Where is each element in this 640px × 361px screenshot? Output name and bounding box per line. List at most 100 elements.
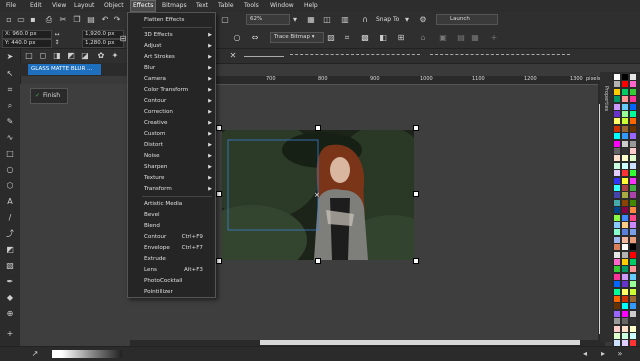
color-swatch[interactable] [622,273,628,280]
arrow-right-icon[interactable]: ▸ [598,349,608,359]
color-swatch[interactable] [622,133,628,140]
color-swatch[interactable] [614,155,620,162]
color-swatch[interactable] [614,244,620,251]
zoom-tool-icon[interactable]: ⌕ [5,101,15,111]
color-swatch[interactable] [614,125,620,132]
x-position-field[interactable]: X: 960.0 px [2,30,52,39]
edit-bitmap-icon[interactable]: ▨ [326,33,336,43]
menu-tools[interactable]: Tools [242,1,261,11]
redo-icon[interactable]: ↷ [112,15,122,25]
color-swatch[interactable] [614,229,620,236]
effects-menu-item-adjust[interactable]: Adjust ▶ [128,41,215,51]
menu-file[interactable]: File [4,1,18,11]
rotate-icon[interactable]: ○ [232,33,242,43]
effects-menu-item-envelope[interactable]: Envelope Ctrl+F7 [128,243,215,253]
color-swatch[interactable] [622,266,628,273]
crop-icon[interactable]: ⌗ [342,33,352,43]
save-icon[interactable]: ▪ [28,15,38,25]
resample-icon[interactable]: ▩ [360,33,370,43]
color-swatch[interactable] [630,333,636,339]
snap-to-menu[interactable]: Snap To [376,16,399,23]
effects-menu-item-custom[interactable]: Custom ▶ [128,129,215,139]
color-swatch[interactable] [614,273,620,280]
effects-menu-item-pointillizer[interactable]: Pointillizer [128,287,215,297]
color-swatch[interactable] [622,185,628,191]
shape-icon[interactable]: ◻ [38,51,48,61]
color-swatch[interactable] [614,192,620,199]
drop-shadow-tool-icon[interactable]: ◩ [5,245,15,255]
artistic-media-tool-icon[interactable]: ∿ [5,133,15,143]
color-swatch[interactable] [622,192,628,199]
color-swatch[interactable] [630,88,636,95]
effects-menu-item-contour[interactable]: Contour ▶ [128,96,215,106]
color-swatch[interactable] [630,103,636,110]
zoom-dropdown-icon[interactable]: ▾ [290,15,300,25]
quick-customize-icon[interactable]: + [489,33,499,43]
layers-icon[interactable]: ◪ [80,51,90,61]
color-swatch[interactable] [622,199,628,206]
color-swatch[interactable] [630,222,636,228]
menu-edit[interactable]: Edit [28,1,44,11]
color-swatch[interactable] [614,303,620,310]
color-swatch[interactable] [622,333,628,339]
color-swatch[interactable] [630,118,636,125]
effects-menu-item-art-strokes[interactable]: Art Strokes ▶ [128,52,215,62]
color-swatch[interactable] [614,103,620,110]
color-swatch[interactable] [614,325,620,332]
grid-icon[interactable]: ▥ [340,15,350,25]
full-screen-icon[interactable]: ▢ [220,15,230,25]
color-swatch[interactable] [622,259,628,265]
color-swatch[interactable] [614,281,620,288]
menu-table[interactable]: Table [216,1,236,11]
color-swatch[interactable] [622,236,628,243]
effects-menu-item-artistic-media[interactable]: Artistic Media [128,199,215,209]
node-icon[interactable]: ◨ [52,51,62,61]
color-swatch[interactable] [630,177,636,184]
color-swatch[interactable] [622,125,628,132]
menu-text[interactable]: Text [194,1,210,11]
freehand-tool-icon[interactable]: ✎ [5,117,15,127]
color-swatch[interactable] [614,251,620,258]
menu-view[interactable]: View [50,1,68,11]
effects-menu-item-blur[interactable]: Blur ▶ [128,63,215,73]
effects-menu-item-bevel[interactable]: Bevel [128,210,215,220]
color-swatch[interactable] [614,88,620,95]
color-swatch[interactable] [622,318,628,325]
color-swatch[interactable] [622,88,628,95]
parallel-dimension-tool-icon[interactable]: / [5,213,15,223]
star-icon[interactable]: ✦ [110,51,120,61]
effects-menu-item-photococktail[interactable]: PhotoCocktail [128,276,215,286]
color-swatch[interactable] [630,185,636,191]
effects-menu-item-sharpen[interactable]: Sharpen ▶ [128,162,215,172]
transparency-tool-icon[interactable]: ▧ [5,261,15,271]
color-swatch[interactable] [630,273,636,280]
open-icon[interactable]: ▭ [16,15,26,25]
color-swatch[interactable] [630,214,636,221]
color-swatch[interactable] [630,303,636,310]
color-swatch[interactable] [622,148,628,154]
color-swatch[interactable] [614,296,620,302]
color-swatch[interactable] [630,111,636,117]
color-swatch[interactable] [622,214,628,221]
effects-menu-item-blend[interactable]: Blend [128,221,215,231]
selection-handle[interactable] [216,191,222,197]
color-swatch[interactable] [614,118,620,125]
print-icon[interactable]: ⎙ [44,15,54,25]
effects-menu-item-texture[interactable]: Texture ▶ [128,173,215,183]
color-swatch[interactable] [614,288,620,295]
color-swatch[interactable] [622,140,628,147]
color-swatch[interactable] [630,162,636,169]
color-swatch[interactable] [630,288,636,295]
bitmap-mask-icon[interactable]: ◧ [378,33,388,43]
color-swatch[interactable] [614,318,620,325]
color-swatch[interactable] [630,192,636,199]
color-swatch[interactable] [622,281,628,288]
color-swatch[interactable] [630,125,636,132]
selection-handle[interactable] [315,125,321,131]
align-icon[interactable]: ⊞ [396,33,406,43]
color-swatch[interactable] [622,229,628,236]
copy-icon[interactable]: ❐ [72,15,82,25]
color-swatch[interactable] [622,155,628,162]
color-swatch[interactable] [614,162,620,169]
color-swatch[interactable] [630,170,636,177]
